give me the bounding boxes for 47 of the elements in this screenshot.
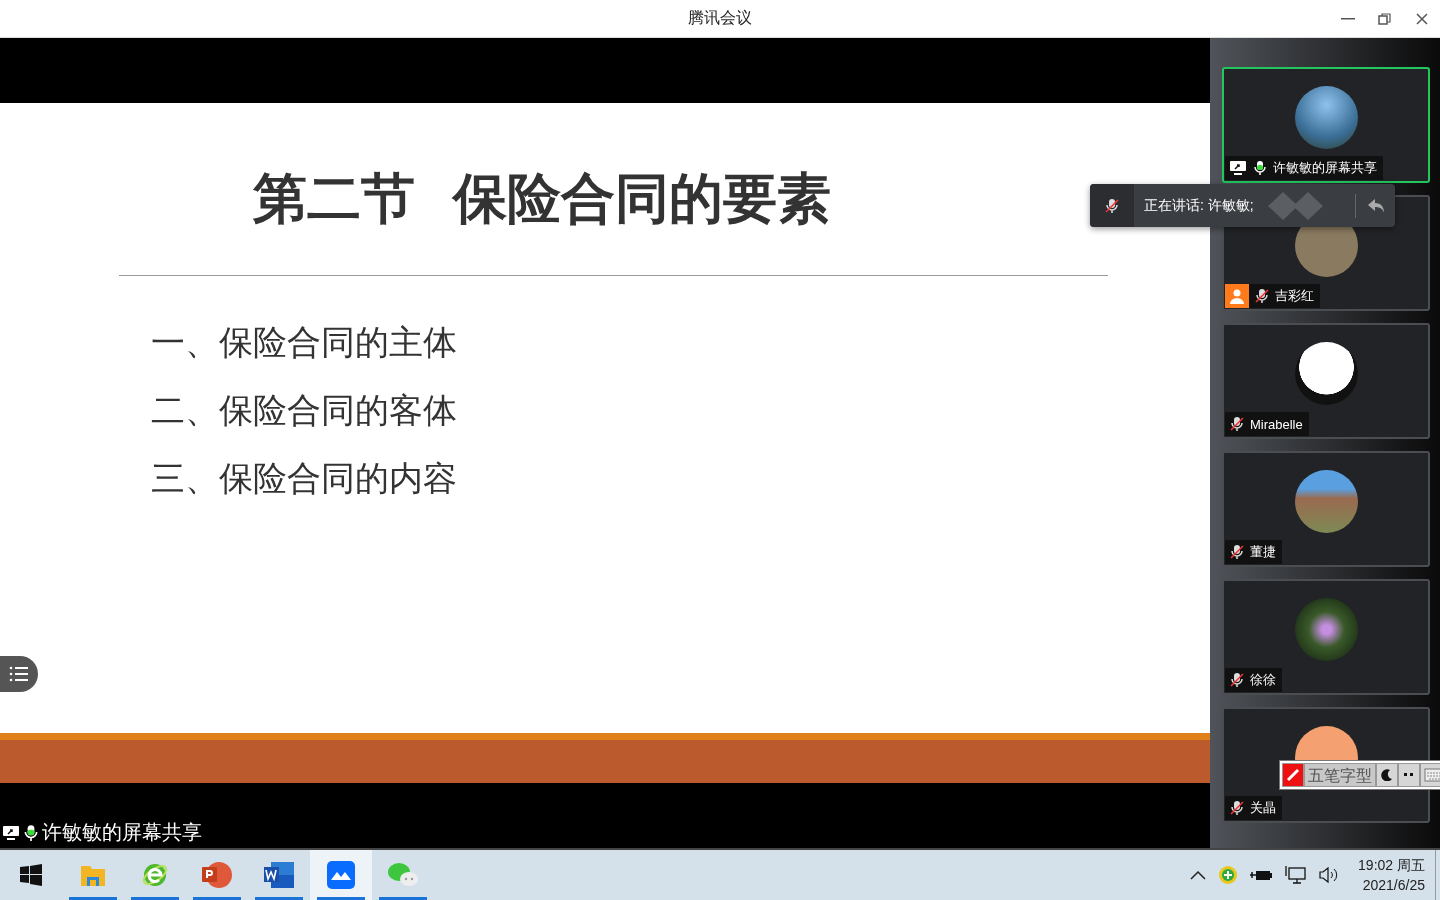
browser-e-icon (141, 861, 169, 889)
mic-icon (1252, 160, 1268, 176)
presentation-app-icon (201, 861, 233, 889)
chat-app-icon (387, 861, 419, 889)
window-title: 腾讯会议 (688, 8, 752, 28)
muted-mic-icon (1254, 288, 1270, 304)
participant-tile[interactable]: 徐徐 (1222, 579, 1430, 695)
participant-name: 关晶 (1250, 799, 1276, 817)
muted-mic-icon (1104, 197, 1120, 214)
folder-icon (80, 863, 106, 887)
slide-list-item: 三、保险合同的内容 (151, 457, 458, 500)
minimize-icon (1340, 18, 1355, 20)
network-icon[interactable] (1282, 865, 1309, 885)
participant-tile[interactable]: 董捷 (1222, 451, 1430, 567)
slide-list-item: 二、保险合同的客体 (151, 389, 458, 432)
mic-icon (22, 823, 40, 842)
list-icon (9, 666, 29, 682)
battery-icon[interactable] (1248, 868, 1275, 882)
participant-name: 董捷 (1250, 543, 1276, 561)
moon-icon[interactable] (1376, 763, 1398, 787)
muted-mic-icon (1229, 800, 1245, 816)
participant-name: 徐徐 (1250, 671, 1276, 689)
slide-list-item: 一、保险合同的主体 (151, 321, 458, 364)
screen-share-icon (1229, 160, 1247, 176)
screen-share-icon (2, 824, 20, 841)
menu-button[interactable] (0, 656, 38, 692)
reply-arrow-icon (1366, 197, 1385, 214)
restore-icon (1378, 12, 1391, 26)
word-app-icon (263, 861, 295, 889)
ime-logo-icon[interactable] (1282, 763, 1304, 787)
close-icon (1415, 13, 1428, 25)
punctuation-icon[interactable] (1398, 763, 1420, 787)
sharer-label: 许敏敏的屏幕共享 (42, 820, 202, 845)
muted-mic-icon (1229, 544, 1245, 560)
meeting-app-icon (327, 861, 355, 889)
participant-name: Mirabelle (1250, 416, 1303, 432)
participant-name: 许敏敏的屏幕共享 (1273, 159, 1377, 177)
slide-title: 第二节 保险合同的要素 (252, 166, 831, 232)
muted-mic-icon (1229, 672, 1245, 688)
participant-tile[interactable]: 许敏敏的屏幕共享 (1222, 67, 1430, 183)
windows-logo-icon (20, 864, 42, 886)
participant-tile[interactable]: Mirabelle (1222, 323, 1430, 439)
clock-time: 19:02 周五 (1358, 856, 1425, 875)
muted-mic-icon (1229, 416, 1245, 432)
ime-mode-label[interactable]: 五笔字型 (1304, 763, 1376, 787)
participant-name: 吉彩红 (1275, 287, 1314, 305)
clock-date: 2021/6/25 (1362, 876, 1425, 895)
